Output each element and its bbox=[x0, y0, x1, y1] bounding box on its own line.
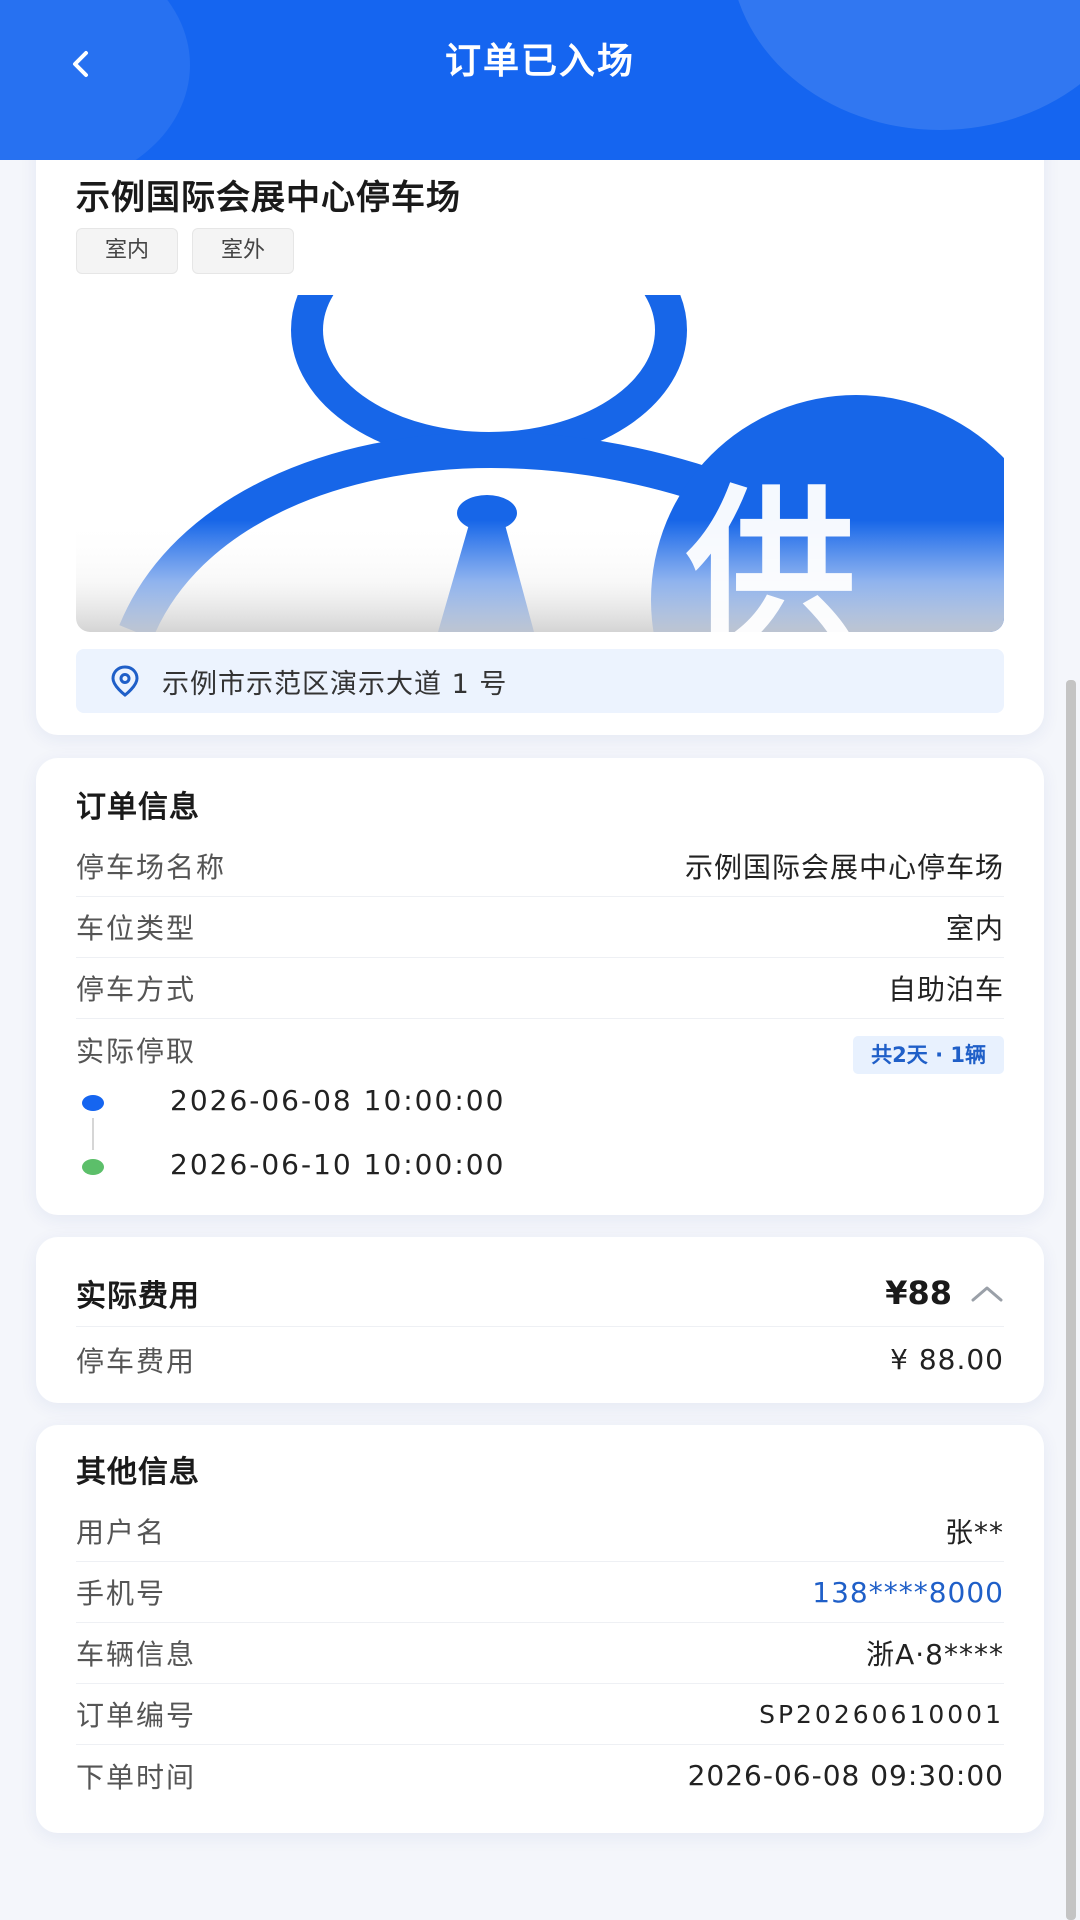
location-pin-icon bbox=[111, 665, 139, 697]
chevron-up-icon[interactable] bbox=[970, 1283, 1004, 1303]
scroll-content[interactable]: 示例国际会展中心停车场 室内 室外 供 示例市示范区演示大道 1 号 订单信息 … bbox=[0, 0, 1080, 1920]
start-dot-icon bbox=[82, 1095, 104, 1111]
other-row-value: 浙A·8**** bbox=[866, 1638, 1004, 1671]
address-text: 示例市示范区演示大道 1 号 bbox=[162, 668, 508, 700]
page-title: 订单已入场 bbox=[444, 41, 635, 82]
fee-summary-toggle[interactable]: 实际费用 ¥88 bbox=[76, 1259, 1004, 1327]
order-info-card: 订单信息 停车场名称 示例国际会展中心停车场 车位类型 室内 停车方式 自助泊车… bbox=[36, 758, 1044, 1215]
start-time: 2026-06-08 10:00:00 bbox=[170, 1084, 506, 1117]
tag-indoor: 室内 bbox=[76, 228, 179, 274]
other-row-order-time: 下单时间 2026-06-08 09:30:00 bbox=[76, 1745, 1004, 1806]
other-row-label: 下单时间 bbox=[76, 1760, 197, 1794]
parking-timeline: 2026-06-08 10:00:00 2026-06-10 10:00:00 bbox=[82, 1078, 682, 1188]
parking-lot-name: 示例国际会展中心停车场 bbox=[76, 178, 461, 218]
fee-row-parking: 停车费用 ¥ 88.00 bbox=[76, 1329, 1004, 1390]
parking-lot-image: 供 bbox=[76, 295, 1004, 632]
other-info-card: 其他信息 用户名 张** 手机号 138****8000 车辆信息 浙A·8**… bbox=[36, 1425, 1044, 1833]
end-time: 2026-06-10 10:00:00 bbox=[170, 1148, 506, 1181]
info-row-space-type: 车位类型 室内 bbox=[76, 897, 1004, 958]
other-row-value: 张** bbox=[944, 1516, 1004, 1549]
info-row-value: 自助泊车 bbox=[887, 973, 1004, 1006]
image-badge-text: 供 bbox=[685, 471, 856, 632]
tag-list: 室内 室外 bbox=[76, 228, 295, 274]
info-row-parking-name: 停车场名称 示例国际会展中心停车场 bbox=[76, 836, 1004, 897]
timeline-connector bbox=[92, 1118, 94, 1150]
parking-lot-card: 示例国际会展中心停车场 室内 室外 供 示例市示范区演示大道 1 号 bbox=[36, 110, 1044, 735]
fee-row-value: ¥ 88.00 bbox=[890, 1343, 1004, 1376]
other-row-order-number: 订单编号 SP20260610001 bbox=[76, 1684, 1004, 1745]
fee-total: ¥88 bbox=[885, 1273, 952, 1312]
fee-row-label: 停车费用 bbox=[76, 1344, 197, 1378]
actual-time-label: 实际停取 bbox=[76, 1034, 197, 1068]
phone-link[interactable]: 138****8000 bbox=[812, 1576, 1004, 1609]
fee-card: 实际费用 ¥88 停车费用 ¥ 88.00 bbox=[36, 1237, 1044, 1403]
end-dot-icon bbox=[82, 1159, 104, 1175]
info-row-label: 停车场名称 bbox=[76, 851, 227, 884]
other-row-label: 手机号 bbox=[76, 1577, 167, 1610]
info-row-actual-time: 实际停取 共2天 · 1辆 bbox=[76, 1019, 1004, 1080]
fee-total-group: ¥88 bbox=[885, 1274, 1004, 1312]
tag-outdoor: 室外 bbox=[192, 228, 295, 274]
info-row-label: 停车方式 bbox=[76, 973, 197, 1006]
other-row-phone: 手机号 138****8000 bbox=[76, 1562, 1004, 1623]
info-row-label: 车位类型 bbox=[76, 912, 197, 945]
info-row-parking-mode: 停车方式 自助泊车 bbox=[76, 958, 1004, 1019]
fee-title: 实际费用 bbox=[76, 1278, 200, 1314]
other-row-username: 用户名 张** bbox=[76, 1501, 1004, 1562]
other-info-title: 其他信息 bbox=[76, 1455, 200, 1490]
order-info-title: 订单信息 bbox=[76, 790, 200, 825]
other-row-value: 2026-06-08 09:30:00 bbox=[687, 1759, 1004, 1792]
scrollbar[interactable] bbox=[1066, 680, 1076, 1920]
other-row-label: 用户名 bbox=[76, 1516, 167, 1549]
info-row-value: 室内 bbox=[945, 912, 1004, 945]
other-row-value: SP20260610001 bbox=[759, 1699, 1004, 1729]
other-row-label: 车辆信息 bbox=[76, 1638, 197, 1671]
address-bar[interactable]: 示例市示范区演示大道 1 号 bbox=[76, 649, 1004, 713]
other-row-vehicle: 车辆信息 浙A·8**** bbox=[76, 1623, 1004, 1684]
other-row-label: 订单编号 bbox=[76, 1699, 197, 1732]
duration-badge: 共2天 · 1辆 bbox=[853, 1035, 1004, 1074]
info-row-value: 示例国际会展中心停车场 bbox=[684, 851, 1004, 884]
top-nav-bar: 订单已入场 bbox=[0, 0, 1080, 160]
